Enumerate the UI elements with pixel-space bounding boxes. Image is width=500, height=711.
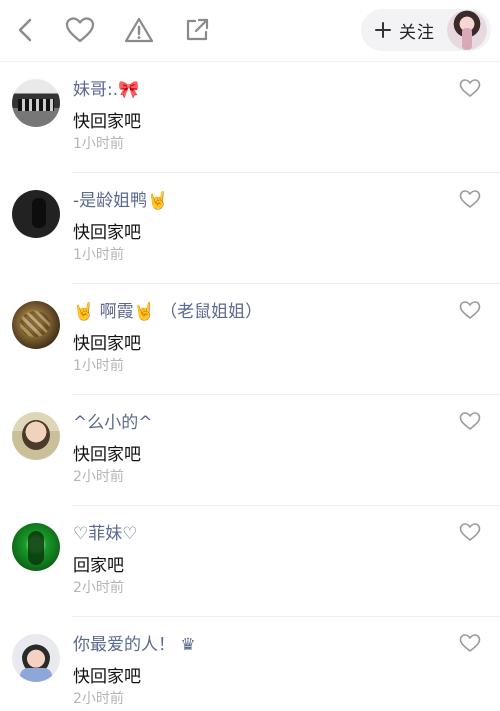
- comment-time: 1小时前: [73, 136, 124, 152]
- comment-username[interactable]: 你最爱的人！ ♛: [73, 630, 196, 655]
- like-heart-icon[interactable]: [459, 633, 481, 653]
- comment-username[interactable]: 妹哥:.🎀: [73, 75, 139, 100]
- comment-time: 2小时前: [73, 580, 124, 596]
- top-bar: 关注: [0, 0, 500, 62]
- comment-item: 妹哥:.🎀 快回家吧 1小时前: [0, 62, 500, 173]
- author-avatar[interactable]: [447, 10, 487, 50]
- like-heart-icon[interactable]: [459, 300, 481, 320]
- like-heart-icon[interactable]: [459, 411, 481, 431]
- follow-button[interactable]: 关注: [361, 9, 491, 51]
- plus-icon: [375, 22, 391, 38]
- avatar[interactable]: [12, 301, 60, 349]
- comment-item: -是龄姐鸭🤘 快回家吧 1小时前: [0, 173, 500, 284]
- comment-username[interactable]: ^么小的^: [73, 408, 153, 433]
- comment-item: 你最爱的人！ ♛ 快回家吧 2小时前: [0, 617, 500, 711]
- avatar[interactable]: [12, 190, 60, 238]
- comment-time: 1小时前: [73, 358, 124, 374]
- avatar[interactable]: [12, 523, 60, 571]
- comment-content: 快回家吧: [73, 667, 141, 687]
- comment-username[interactable]: ♡菲妹♡: [73, 519, 137, 544]
- comment-time: 1小时前: [73, 247, 124, 263]
- comment-content: 快回家吧: [73, 334, 141, 354]
- comment-username[interactable]: -是龄姐鸭🤘: [73, 186, 168, 211]
- like-heart-icon[interactable]: [459, 78, 481, 98]
- avatar[interactable]: [12, 412, 60, 460]
- comment-time: 2小时前: [73, 469, 124, 485]
- comment-content: 快回家吧: [73, 223, 141, 243]
- back-icon[interactable]: [8, 12, 44, 48]
- like-heart-icon[interactable]: [459, 522, 481, 542]
- comment-content: 快回家吧: [73, 112, 141, 132]
- comment-username[interactable]: 🤘 啊霞🤘 （老鼠姐姐）: [73, 297, 262, 322]
- avatar[interactable]: [12, 634, 60, 682]
- warning-icon[interactable]: [121, 12, 157, 48]
- follow-label: 关注: [399, 22, 435, 43]
- comment-content: 快回家吧: [73, 445, 141, 465]
- comment-content: 回家吧: [73, 556, 124, 576]
- comment-item: ^么小的^ 快回家吧 2小时前: [0, 395, 500, 506]
- comment-time: 2小时前: [73, 691, 124, 707]
- comment-item: ♡菲妹♡ 回家吧 2小时前: [0, 506, 500, 617]
- avatar[interactable]: [12, 79, 60, 127]
- like-heart-icon[interactable]: [459, 189, 481, 209]
- heart-outline-icon[interactable]: [62, 12, 98, 48]
- comment-item: 🤘 啊霞🤘 （老鼠姐姐） 快回家吧 1小时前: [0, 284, 500, 395]
- share-icon[interactable]: [179, 12, 215, 48]
